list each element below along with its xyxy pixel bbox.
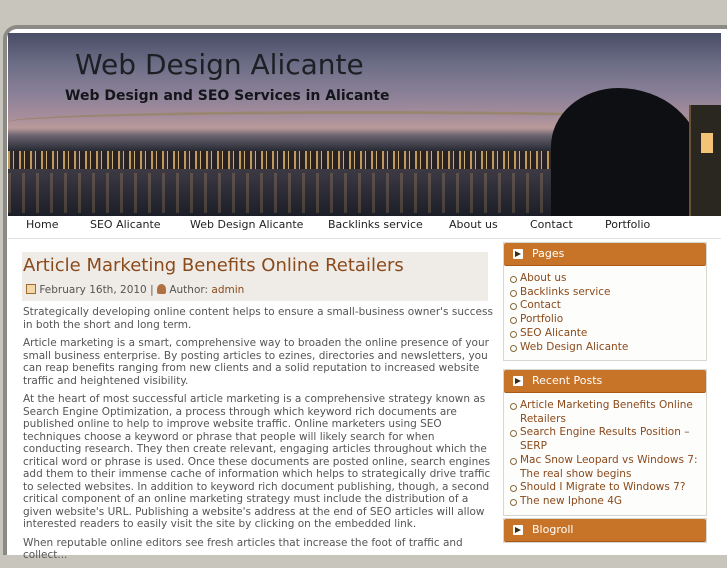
pages-item-backlinks-service[interactable]: Backlinks service	[510, 286, 706, 300]
post-paragraph: At the heart of most successful article …	[23, 393, 491, 530]
post-header: Article Marketing Benefits Online Retail…	[22, 252, 488, 301]
pages-widget: Pages About us Backlinks service Contact…	[503, 242, 707, 362]
site-tagline: Web Design and SEO Services in Alicante	[65, 88, 390, 104]
post-paragraph: When reputable online editors see fresh …	[23, 536, 463, 562]
nav-backlinks-service[interactable]: Backlinks service	[328, 218, 423, 231]
arrow-right-icon	[513, 376, 523, 386]
main-nav: Home SEO Alicante Web Design Alicante Ba…	[8, 214, 721, 239]
post-paragraph: Strategically developing online content …	[23, 306, 493, 331]
pages-title: Pages	[532, 247, 565, 260]
calendar-icon	[26, 284, 36, 294]
nav-seo-alicante[interactable]: SEO Alicante	[90, 218, 161, 231]
blogroll-title: Blogroll	[532, 523, 574, 536]
recent-post-item[interactable]: Article Marketing Benefits Online Retail…	[510, 399, 698, 426]
meta-separator: |	[150, 284, 154, 296]
post-body: Strategically developing online content …	[23, 306, 493, 568]
post-date: February 16th, 2010	[39, 284, 147, 296]
blogroll-widget-title: Blogroll	[504, 519, 706, 542]
blogroll-widget: Blogroll	[503, 518, 707, 543]
house-window-graphic	[701, 133, 713, 153]
recent-posts-widget-title: Recent Posts	[504, 370, 706, 393]
nav-web-design-alicante[interactable]: Web Design Alicante	[190, 218, 303, 231]
author-label: Author:	[169, 284, 209, 296]
recent-post-item[interactable]: Mac Snow Leopard vs Windows 7: The real …	[510, 454, 698, 481]
tree-silhouette	[551, 88, 701, 216]
pages-item-web-design-alicante[interactable]: Web Design Alicante	[510, 341, 706, 355]
recent-post-item[interactable]: The new Iphone 4G	[510, 495, 698, 509]
pages-item-seo-alicante[interactable]: SEO Alicante	[510, 327, 706, 341]
author-icon	[156, 284, 166, 294]
nav-about-us[interactable]: About us	[449, 218, 498, 231]
arrow-right-icon	[513, 525, 523, 535]
site-title[interactable]: Web Design Alicante	[75, 48, 364, 81]
pages-widget-title: Pages	[504, 243, 706, 266]
recent-post-item[interactable]: Should I Migrate to Windows 7?	[510, 481, 698, 495]
house-graphic	[689, 105, 721, 216]
nav-home[interactable]: Home	[26, 218, 58, 231]
pages-list: About us Backlinks service Contact Portf…	[504, 272, 706, 354]
nav-contact[interactable]: Contact	[530, 218, 573, 231]
recent-posts-title: Recent Posts	[532, 374, 603, 387]
post-meta: February 16th, 2010 | Author: admin	[26, 284, 244, 296]
arrow-right-icon	[513, 249, 523, 259]
pages-item-about-us[interactable]: About us	[510, 272, 706, 286]
author-link[interactable]: admin	[211, 284, 244, 296]
recent-post-item[interactable]: Search Engine Results Position – SERP	[510, 426, 698, 453]
nav-portfolio[interactable]: Portfolio	[605, 218, 650, 231]
post-title[interactable]: Article Marketing Benefits Online Retail…	[23, 255, 404, 276]
header-banner: Web Design Alicante Web Design and SEO S…	[8, 33, 721, 216]
pages-item-contact[interactable]: Contact	[510, 299, 706, 313]
recent-posts-list: Article Marketing Benefits Online Retail…	[504, 399, 706, 509]
post-paragraph: Article marketing is a smart, comprehens…	[23, 337, 489, 387]
pages-item-portfolio[interactable]: Portfolio	[510, 313, 706, 327]
recent-posts-widget: Recent Posts Article Marketing Benefits …	[503, 369, 707, 516]
